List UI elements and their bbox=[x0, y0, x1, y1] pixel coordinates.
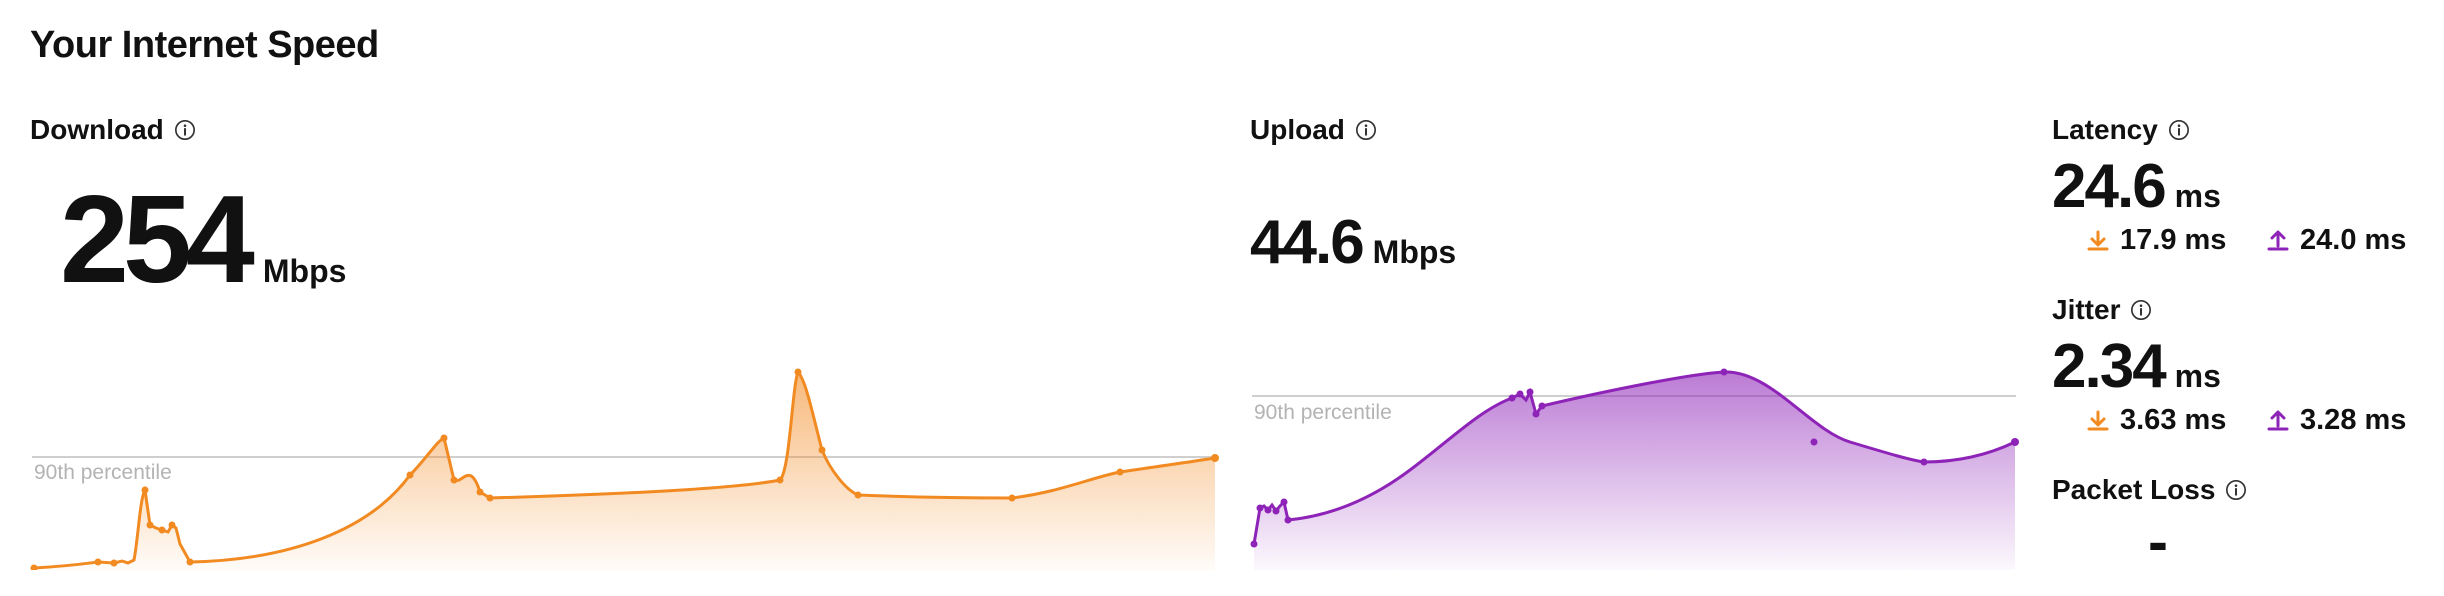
download-point bbox=[776, 476, 784, 484]
download-point bbox=[818, 446, 826, 454]
upload-point bbox=[1280, 498, 1288, 506]
latency-upload: 24.0 ms bbox=[2266, 224, 2406, 257]
download-point bbox=[168, 521, 176, 529]
jitter-value-row: 2.34 ms bbox=[2052, 336, 2221, 398]
download-arrow-icon bbox=[2087, 410, 2109, 430]
latency-upload-value: 24.0 ms bbox=[2300, 224, 2407, 256]
jitter-upload-value: 3.28 ms bbox=[2300, 404, 2407, 436]
upload-point bbox=[1284, 516, 1292, 524]
download-label-row: Download bbox=[30, 114, 196, 146]
latency-unit: ms bbox=[2174, 178, 2221, 214]
upload-point bbox=[1526, 388, 1534, 396]
jitter-label-row: Jitter bbox=[2052, 294, 2152, 326]
download-speed: 254 Mbps bbox=[60, 178, 346, 302]
download-area bbox=[34, 372, 1215, 570]
download-point bbox=[406, 471, 414, 479]
download-point bbox=[1008, 494, 1016, 502]
jitter-upload: 3.28 ms bbox=[2266, 404, 2406, 437]
download-point bbox=[1211, 454, 1219, 462]
download-speed-unit: Mbps bbox=[262, 253, 347, 289]
download-point bbox=[30, 564, 38, 570]
download-point bbox=[450, 476, 458, 484]
packet-loss-label: Packet Loss bbox=[2052, 474, 2216, 505]
upload-point bbox=[1516, 390, 1524, 398]
upload-point bbox=[1264, 506, 1272, 514]
upload-arrow-icon bbox=[2267, 410, 2289, 430]
upload-point bbox=[1920, 458, 1928, 466]
download-point bbox=[158, 526, 166, 534]
upload-percentile-label: 90th percentile bbox=[1254, 401, 1392, 424]
info-icon[interactable] bbox=[1355, 119, 1377, 141]
jitter-value: 2.34 bbox=[2052, 332, 2167, 401]
upload-chart: 90th percentile bbox=[1250, 368, 2019, 570]
upload-point bbox=[2011, 438, 2019, 446]
download-point bbox=[186, 558, 194, 566]
download-speed-value: 254 bbox=[60, 171, 255, 309]
download-point bbox=[110, 559, 118, 567]
download-point bbox=[440, 434, 448, 442]
jitter-unit: ms bbox=[2174, 358, 2221, 394]
jitter-label: Jitter bbox=[2052, 294, 2121, 325]
latency-value-row: 24.6 ms bbox=[2052, 156, 2221, 218]
info-icon[interactable] bbox=[2168, 119, 2190, 141]
download-point bbox=[141, 486, 149, 494]
latency-value: 24.6 bbox=[2052, 152, 2167, 221]
upload-point bbox=[1538, 402, 1546, 410]
upload-point bbox=[1720, 368, 1728, 376]
packet-loss-label-row: Packet Loss bbox=[2052, 474, 2247, 506]
latency-download-value: 17.9 ms bbox=[2120, 224, 2227, 256]
download-point bbox=[94, 558, 102, 566]
latency-label: Latency bbox=[2052, 114, 2158, 145]
upload-point bbox=[1250, 540, 1258, 548]
download-point bbox=[854, 491, 862, 499]
download-label: Download bbox=[30, 114, 164, 145]
upload-point bbox=[1810, 438, 1818, 446]
download-chart: 90th percentile bbox=[30, 368, 1219, 570]
jitter-download-value: 3.63 ms bbox=[2120, 404, 2227, 436]
upload-label: Upload bbox=[1250, 114, 1345, 145]
download-point bbox=[794, 368, 802, 376]
upload-speed: 44.6 Mbps bbox=[1250, 212, 1456, 274]
upload-label-row: Upload bbox=[1250, 114, 1377, 146]
upload-point bbox=[1508, 394, 1516, 402]
page-title: Your Internet Speed bbox=[30, 24, 379, 66]
info-icon[interactable] bbox=[2225, 479, 2247, 501]
upload-speed-value: 44.6 bbox=[1250, 208, 1365, 277]
download-point bbox=[476, 488, 484, 496]
info-icon[interactable] bbox=[174, 119, 196, 141]
latency-download: 17.9 ms bbox=[2086, 224, 2226, 257]
upload-point bbox=[1272, 507, 1280, 515]
download-point bbox=[1116, 468, 1124, 476]
info-icon[interactable] bbox=[2130, 299, 2152, 321]
upload-speed-unit: Mbps bbox=[1372, 234, 1457, 270]
upload-point bbox=[1532, 410, 1540, 418]
latency-label-row: Latency bbox=[2052, 114, 2190, 146]
download-point bbox=[146, 521, 154, 529]
jitter-download: 3.63 ms bbox=[2086, 404, 2226, 437]
download-percentile-label: 90th percentile bbox=[34, 461, 172, 484]
download-arrow-icon bbox=[2087, 230, 2109, 250]
upload-arrow-icon bbox=[2267, 230, 2289, 250]
packet-loss-value: - bbox=[2148, 508, 2168, 575]
upload-point bbox=[1256, 504, 1264, 512]
download-point bbox=[486, 494, 494, 502]
